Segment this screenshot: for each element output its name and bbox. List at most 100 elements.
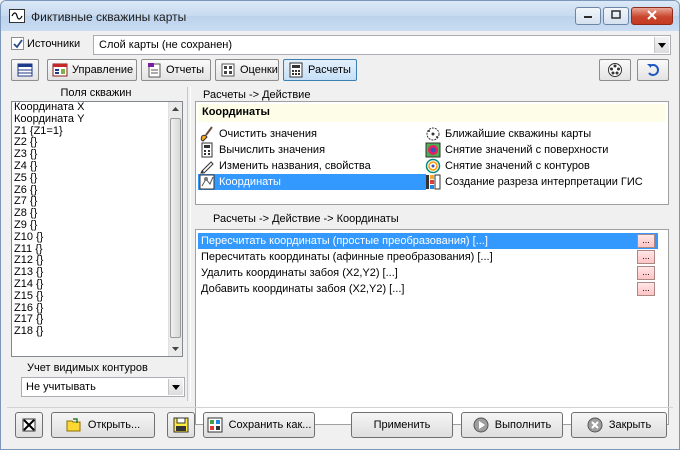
sources-row: Источники Слой карты (не сохранен) — [9, 35, 671, 55]
undo-button[interactable] — [637, 59, 669, 81]
action-compute-values[interactable]: Вычислить значения — [198, 142, 420, 158]
well-field-item[interactable]: Z3 {} — [12, 148, 182, 161]
coord-row-options-button[interactable]: ... — [637, 234, 655, 248]
layer-combo[interactable]: Слой карты (не сохранен) — [93, 35, 671, 55]
undo-icon — [645, 62, 661, 78]
coord-row-delete-bottomhole[interactable]: Удалить координаты забоя (X2,Y2) [...] .… — [198, 265, 658, 281]
close-icon — [647, 9, 657, 23]
run-label: Выполнить — [494, 419, 552, 431]
apply-button[interactable]: Применить — [351, 412, 453, 438]
calc-label: Расчеты — [308, 64, 351, 76]
action-label: Снятие значений с поверхности — [445, 144, 609, 156]
coord-row-options-button[interactable]: ... — [637, 250, 655, 264]
save-as-button[interactable]: Сохранить как... — [203, 412, 315, 438]
scroll-thumb[interactable] — [170, 118, 181, 338]
grid-icon — [17, 62, 33, 78]
coord-row-label: Пересчитать координаты (простые преобраз… — [201, 235, 488, 247]
open-label: Открыть... — [87, 419, 141, 431]
fields-list-items: Координата X Координата Y Z1 {Z1=1} Z2 {} Z3… — [12, 102, 182, 338]
estimates-button[interactable]: Оценки — [215, 59, 279, 81]
action-rename-properties[interactable]: Изменить названия, свойства — [198, 158, 420, 174]
estimates-label: Оценки — [240, 64, 278, 76]
action-label: Снятие значений с контуров — [445, 160, 590, 172]
minimize-icon — [583, 10, 593, 22]
coord-row-recalc-affine[interactable]: Пересчитать координаты (афинные преобраз… — [198, 249, 658, 265]
app-icon — [9, 9, 25, 23]
clear-icon — [21, 417, 37, 433]
section-icon — [425, 174, 441, 190]
coords-list[interactable]: Пересчитать координаты (простые преобраз… — [195, 229, 669, 425]
palette-button[interactable] — [599, 59, 631, 81]
well-field-item[interactable]: Z15 {} — [12, 290, 182, 303]
save-as-label: Сохранить как... — [228, 419, 312, 431]
well-field-item[interactable]: Z7 {} — [12, 196, 182, 208]
open-button[interactable]: Открыть... — [51, 412, 155, 438]
coord-row-options-button[interactable]: ... — [637, 266, 655, 280]
sources-checkbox[interactable] — [11, 37, 24, 50]
save-button[interactable] — [167, 412, 195, 438]
layer-combo-arrow[interactable] — [654, 37, 669, 53]
well-field-item[interactable]: Z5 {} — [12, 172, 182, 185]
coord-row-options-button[interactable]: ... — [637, 282, 655, 296]
well-fields-title: Поля скважин — [60, 87, 132, 99]
apply-label: Применить — [373, 419, 431, 431]
maximize-button[interactable] — [603, 7, 629, 25]
grid-view-button[interactable] — [11, 59, 39, 81]
reports-button[interactable]: Отчеты — [141, 59, 211, 81]
action-contour-values[interactable]: Снятие значений с контуров — [424, 158, 664, 174]
action-label: Ближайшие скважины карты — [445, 128, 592, 140]
sources-checkbox-wrap[interactable]: Источники — [11, 37, 80, 50]
close-label: Закрыть — [608, 419, 652, 431]
contours-combo-arrow[interactable] — [168, 379, 183, 395]
well-field-item[interactable]: Z14 {} — [12, 278, 182, 291]
well-field-item[interactable]: Z18 {} — [12, 325, 182, 338]
action-label: Координаты — [219, 176, 281, 188]
manage-icon — [52, 62, 68, 78]
title-bar[interactable]: Фиктивные скважины карты — [1, 1, 679, 31]
fields-scrollbar[interactable] — [168, 102, 182, 356]
toolbar: Управление Отчеты Оценки Расчеты — [9, 57, 671, 83]
run-button[interactable]: Выполнить — [461, 412, 563, 438]
coord-row-label: Удалить координаты забоя (X2,Y2) [...] — [201, 267, 398, 279]
well-field-item[interactable]: Z9 {} — [12, 219, 182, 232]
calc-button[interactable]: Расчеты — [283, 59, 357, 81]
action-nearest-wells[interactable]: Ближайшие скважины карты — [424, 126, 664, 142]
coords-section-title: Расчеты -> Действие -> Координаты — [213, 213, 399, 225]
calculator-icon — [288, 62, 304, 78]
close-button[interactable]: Закрыть — [571, 412, 667, 438]
panel-splitter[interactable] — [187, 87, 191, 401]
scroll-down-icon[interactable] — [169, 342, 182, 356]
action-gis-section[interactable]: Создание разреза интерпретации ГИС — [424, 174, 664, 190]
window-title: Фиктивные скважины карты — [31, 10, 187, 24]
action-label: Очистить значения — [219, 128, 317, 140]
well-field-item[interactable]: Z4 {} — [12, 160, 182, 173]
close-circle-icon — [587, 417, 603, 433]
chevron-down-icon — [658, 39, 666, 51]
action-coordinates[interactable]: Координаты — [198, 174, 426, 190]
action-surface-values[interactable]: Снятие значений с поверхности — [424, 142, 664, 158]
well-field-item[interactable]: Z10 {} — [12, 231, 182, 244]
coord-row-recalc-simple[interactable]: Пересчитать координаты (простые преобраз… — [198, 233, 658, 249]
manage-button[interactable]: Управление — [47, 59, 137, 81]
well-field-item[interactable]: Z8 {} — [12, 207, 182, 220]
coord-row-add-bottomhole[interactable]: Добавить координаты забоя (X2,Y2) [...] … — [198, 281, 658, 297]
nearest-wells-icon — [425, 126, 441, 142]
contours-combo[interactable]: Не учитывать — [21, 377, 185, 397]
well-field-item[interactable]: Z2 {} — [12, 137, 182, 149]
coord-row-label: Добавить координаты забоя (X2,Y2) [...] — [201, 283, 405, 295]
reports-icon — [146, 62, 162, 78]
minimize-button[interactable] — [575, 7, 601, 25]
well-fields-list[interactable]: Координата X Координата Y Z1 {Z1=1} Z2 {} Z3… — [11, 101, 183, 357]
well-field-item[interactable]: Z1 {Z1=1} — [12, 125, 182, 138]
scroll-up-icon[interactable] — [169, 102, 182, 116]
coord-row-label: Пересчитать координаты (афинные преобраз… — [201, 251, 493, 263]
clear-button[interactable] — [15, 412, 43, 438]
close-window-button[interactable] — [631, 7, 673, 25]
chevron-down-icon — [172, 381, 180, 393]
well-field-item[interactable]: Координата Y — [12, 113, 182, 126]
well-field-item[interactable]: Z6 {} — [12, 184, 182, 197]
reports-label: Отчеты — [166, 64, 205, 76]
contours-label: Учет видимых контуров — [27, 362, 148, 374]
action-clear-values[interactable]: Очистить значения — [198, 126, 420, 142]
save-as-icon — [207, 417, 223, 433]
